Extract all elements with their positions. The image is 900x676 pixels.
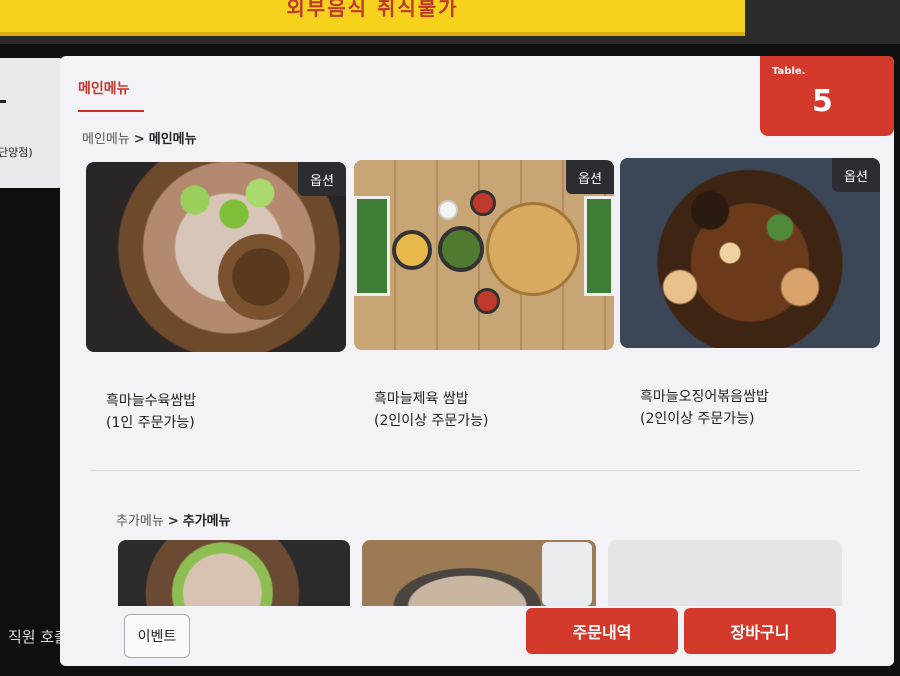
menu-item-name: 흑마늘수육쌈밥 (1인 주문가능) (106, 393, 197, 431)
photo-bowl (392, 230, 432, 270)
staff-call-button[interactable]: 직원 호출 (8, 626, 68, 647)
breadcrumb-separator: > (133, 132, 145, 147)
tab-main-menu[interactable]: 메인메뉴 (78, 78, 130, 98)
breadcrumb-parent[interactable]: 추가메뉴 (116, 514, 164, 529)
kiosk-screen: 메인메뉴 Table. 5 메인메뉴 > 메인메뉴 옵션 흑마늘수육쌈밥 (1인 주… (60, 56, 894, 666)
tab-active-indicator (78, 110, 144, 112)
breadcrumb-extra: 추가메뉴 > 추가메뉴 (116, 510, 231, 529)
top-sign-text: 외부음식 취식불가 (286, 0, 459, 20)
store-name-fragment: 단양점) (0, 146, 33, 159)
option-badge[interactable]: 옵션 (566, 160, 614, 194)
menu-card-pork[interactable]: 옵션 흑마늘수육쌈밥 (1인 주문가능) (86, 162, 346, 452)
breadcrumb-separator: > (167, 514, 179, 529)
menu-card-jeyuk[interactable]: 옵션 흑마늘제육 쌈밥 (2인이상 주문가능) (354, 160, 614, 450)
order-history-button[interactable]: 주문내역 (526, 608, 678, 654)
option-badge[interactable]: 옵션 (832, 158, 880, 192)
table-number: 5 (812, 84, 833, 119)
photo-tray (486, 202, 580, 296)
event-button[interactable]: 이벤트 (124, 614, 190, 658)
menu-item-name: 흑마늘오징어볶음쌈밥 (2인이상 주문가능) (640, 389, 769, 427)
side-panel-peek: 단양점) (0, 58, 66, 188)
table-number-badge: Table. 5 (760, 56, 894, 136)
photo-food (640, 168, 840, 338)
table-label: Table. (772, 66, 806, 77)
photo-greens-right (584, 196, 614, 296)
breadcrumb-current: 추가메뉴 (182, 514, 231, 529)
extra-menu-card[interactable] (608, 540, 842, 606)
breadcrumb-current: 메인메뉴 (148, 132, 197, 147)
breadcrumb-main: 메인메뉴 > 메인메뉴 (82, 128, 197, 147)
photo-bowl (470, 190, 496, 216)
cart-button[interactable]: 장바구니 (684, 608, 836, 654)
side-panel-tick (0, 100, 6, 103)
menu-item-name: 흑마늘제육 쌈밥 (2인이상 주문가능) (374, 391, 489, 429)
section-divider (90, 470, 860, 471)
top-sign: 외부음식 취식불가 (0, 0, 745, 36)
photo-bowl (438, 200, 458, 220)
option-badge[interactable]: 옵션 (298, 162, 346, 196)
breadcrumb-parent[interactable]: 메인메뉴 (82, 132, 130, 147)
photo-bowl (474, 288, 500, 314)
menu-card-squid[interactable]: 옵션 흑마늘오징어볶음쌈밥 (2인이상 주문가능) (620, 158, 880, 448)
photo-bowl (438, 226, 484, 272)
photo-greens-left (354, 196, 390, 296)
photo-plate (542, 542, 592, 606)
photo-sauce (206, 232, 316, 322)
extra-menu-card[interactable] (362, 540, 596, 606)
extra-menu-card[interactable] (118, 540, 350, 606)
